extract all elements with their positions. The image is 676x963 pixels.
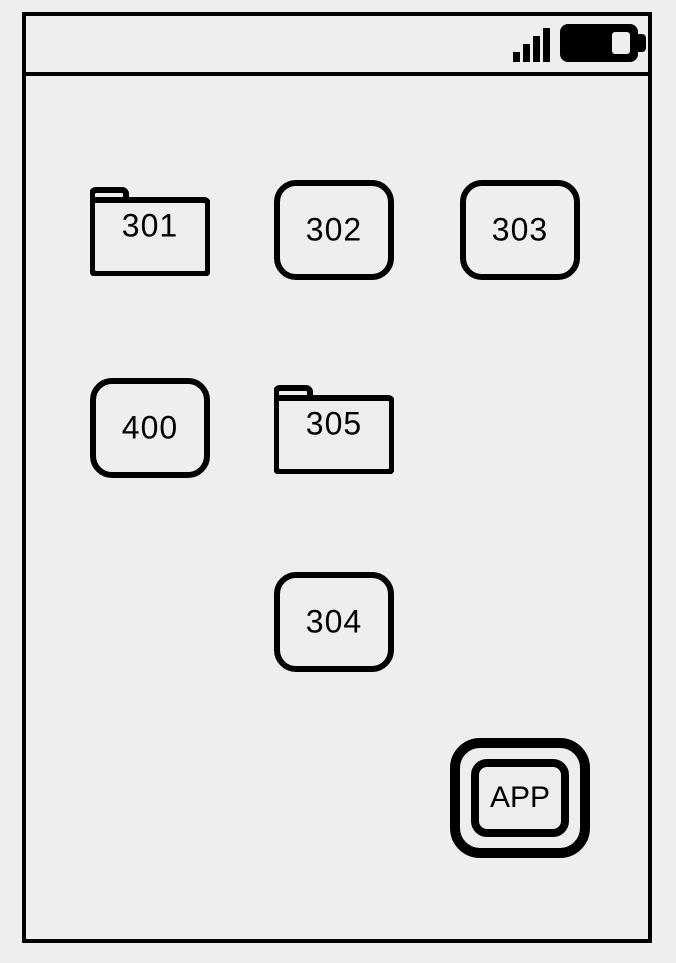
app-label: 304 (274, 604, 394, 641)
app-304[interactable]: 304 (274, 572, 394, 672)
battery-icon (560, 24, 638, 62)
folder-305[interactable]: 305 (274, 374, 394, 474)
app-label: 302 (274, 212, 394, 249)
floating-app-button-inner: APP (471, 759, 569, 837)
app-label: 303 (460, 212, 580, 249)
folder-label: 305 (274, 406, 394, 443)
device-frame: 301 302 303 400 305 (22, 12, 652, 943)
status-bar (26, 16, 648, 76)
home-screen[interactable]: 301 302 303 400 305 (26, 76, 648, 939)
signal-icon (513, 28, 550, 62)
app-303[interactable]: 303 (460, 180, 580, 280)
app-label: 400 (90, 410, 210, 447)
floating-app-button[interactable]: APP (450, 738, 590, 858)
status-right-cluster (513, 16, 638, 72)
folder-301[interactable]: 301 (90, 176, 210, 276)
app-302[interactable]: 302 (274, 180, 394, 280)
floating-app-button-label: APP (490, 781, 550, 815)
folder-label: 301 (90, 208, 210, 245)
app-400[interactable]: 400 (90, 378, 210, 478)
